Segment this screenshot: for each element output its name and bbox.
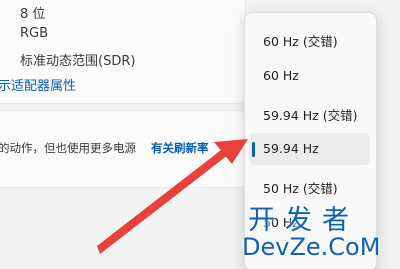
refresh-option-5994hz-interlaced[interactable]: 59.94 Hz (交错) [249, 97, 370, 129]
watermark: 开发者 DevZe.CoM [242, 196, 400, 269]
option-label: 60 Hz [263, 68, 299, 83]
refresh-option-60hz-interlaced[interactable]: 60 Hz (交错) [249, 23, 370, 55]
color-format-value: RGB [20, 26, 49, 41]
color-space-value: 标准动态范围(SDR) [20, 54, 136, 69]
watermark-line1: 开发者 [248, 205, 359, 236]
option-label: 50 Hz (交错) [263, 181, 338, 196]
refresh-rate-description: 的动作，但也使用更多电源 [0, 141, 136, 155]
refresh-option-5994hz[interactable]: 59.94 Hz [249, 133, 370, 165]
bit-depth-value: 8 位 [20, 7, 46, 22]
option-label: 59.94 Hz [263, 141, 319, 156]
selected-indicator-icon [252, 142, 255, 157]
refresh-option-60hz[interactable]: 60 Hz [249, 60, 370, 92]
option-label: 59.94 Hz (交错) [263, 108, 358, 123]
watermark-line2: DevZe.CoM [242, 233, 381, 261]
option-label: 60 Hz (交错) [263, 34, 338, 49]
adapter-properties-link[interactable]: 示适配器属性 [0, 75, 76, 94]
display-settings-screen: 8 位 RGB 标准动态范围(SDR) 示适配器属性 的动作，但也使用更多电源 … [0, 0, 400, 269]
refresh-rate-learn-more-link[interactable]: 有关刷新率 [151, 140, 209, 156]
